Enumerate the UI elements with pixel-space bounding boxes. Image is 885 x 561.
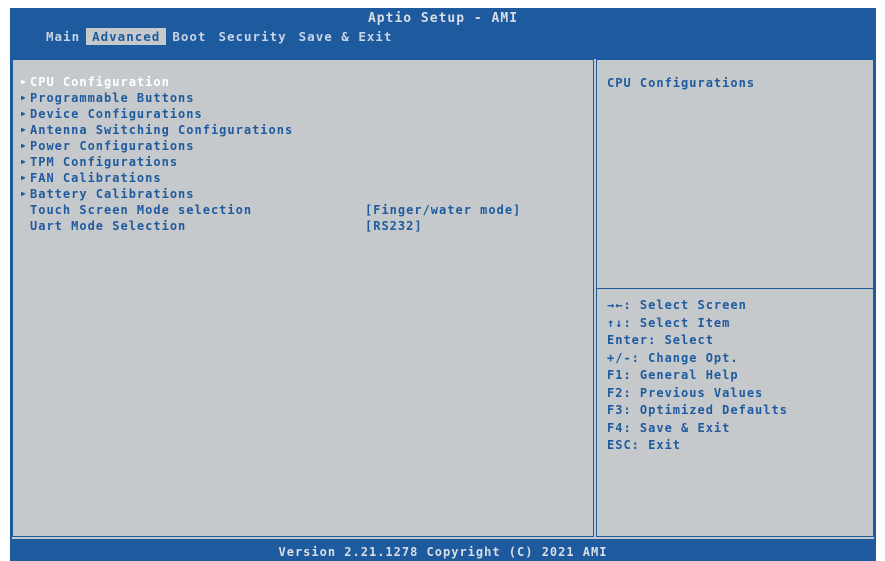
submenu-arrow-icon: ▶: [21, 77, 27, 86]
submenu-arrow-icon: ▶: [21, 173, 27, 182]
tab-bar: Main Advanced Boot Security Save & Exit: [40, 28, 398, 45]
submenu-arrow-icon: ▶: [21, 93, 27, 102]
help-title: CPU Configurations: [607, 76, 756, 90]
menu-item-power-configurations[interactable]: ▶ Power Configurations: [21, 138, 581, 154]
version-footer: Version 2.21.1278 Copyright (C) 2021 AMI: [10, 543, 876, 561]
menu-item-battery-calibrations[interactable]: ▶ Battery Calibrations: [21, 186, 581, 202]
key-hint: ↑↓: Select Item: [607, 315, 731, 330]
submenu-arrow-icon: ▶: [21, 125, 27, 134]
submenu-arrow-icon: ▶: [21, 189, 27, 198]
menu-item-label: Programmable Buttons: [30, 91, 195, 105]
menu-item-antenna-switching-configurations[interactable]: ▶ Antenna Switching Configurations: [21, 122, 581, 138]
menu-item-programmable-buttons[interactable]: ▶ Programmable Buttons: [21, 90, 581, 106]
key-hint: F2: Previous Values: [607, 385, 764, 400]
help-pane: CPU Configurations →←: Select Screen ↑↓: …: [596, 59, 874, 537]
menu-item-label: Uart Mode Selection: [30, 219, 187, 233]
key-hint: F4: Save & Exit: [607, 420, 731, 435]
key-hint: +/-: Change Opt.: [607, 350, 739, 365]
menu-item-uart-mode-selection[interactable]: Uart Mode Selection [RS232]: [21, 218, 581, 234]
menu-item-value[interactable]: [RS232]: [365, 218, 423, 234]
key-hint: F1: General Help: [607, 368, 739, 382]
header-bar: Aptio Setup - AMI Main Advanced Boot Securi…: [10, 8, 876, 46]
bios-screen: Aptio Setup - AMI Main Advanced Boot Securi…: [10, 8, 876, 561]
tab-boot[interactable]: Boot: [166, 28, 212, 45]
tab-security[interactable]: Security: [212, 28, 292, 45]
menu-item-label: Antenna Switching Configurations: [30, 123, 294, 137]
menu-item-label: TPM Configurations: [30, 155, 179, 169]
menu-item-label: Battery Calibrations: [30, 187, 195, 201]
menu-item-cpu-configuration[interactable]: ▶ CPU Configuration: [21, 74, 581, 90]
key-hint: ESC: Exit: [607, 438, 682, 452]
menu-list: ▶ CPU Configuration ▶ Programmable Buttons ▶…: [21, 74, 581, 234]
menu-item-tpm-configurations[interactable]: ▶ TPM Configurations: [21, 154, 581, 170]
menu-item-label: Touch Screen Mode selection: [30, 203, 253, 217]
key-hint: →←: Select Screen: [607, 298, 747, 312]
menu-item-fan-calibrations[interactable]: ▶ FAN Calibrations: [21, 170, 581, 186]
key-hint: F3: Optimized Defaults: [607, 403, 788, 417]
tab-save-exit[interactable]: Save & Exit: [293, 28, 399, 45]
submenu-arrow-icon: ▶: [21, 141, 27, 150]
submenu-arrow-icon: ▶: [21, 109, 27, 118]
menu-item-label: Device Configurations: [30, 107, 203, 121]
main-area: ▶ CPU Configuration ▶ Programmable Buttons ▶…: [12, 59, 874, 539]
menu-item-device-configurations[interactable]: ▶ Device Configurations: [21, 106, 581, 122]
tab-advanced[interactable]: Advanced: [86, 28, 167, 45]
tab-main[interactable]: Main: [40, 28, 86, 45]
submenu-arrow-icon: ▶: [21, 157, 27, 166]
menu-item-label: Power Configurations: [30, 139, 195, 153]
help-divider: [597, 288, 873, 289]
app-title: Aptio Setup - AMI: [367, 11, 519, 26]
menu-item-label: CPU Configuration: [30, 75, 170, 89]
settings-pane: ▶ CPU Configuration ▶ Programmable Buttons ▶…: [12, 59, 594, 537]
key-hint: Enter: Select: [607, 333, 714, 347]
menu-item-touch-screen-mode-selection[interactable]: Touch Screen Mode selection [Finger/water…: [21, 202, 581, 218]
menu-item-value[interactable]: [Finger/water mode]: [365, 202, 521, 218]
key-legend: →←: Select Screen ↑↓: Select Item Enter: S…: [607, 297, 788, 455]
menu-item-label: FAN Calibrations: [30, 171, 162, 185]
